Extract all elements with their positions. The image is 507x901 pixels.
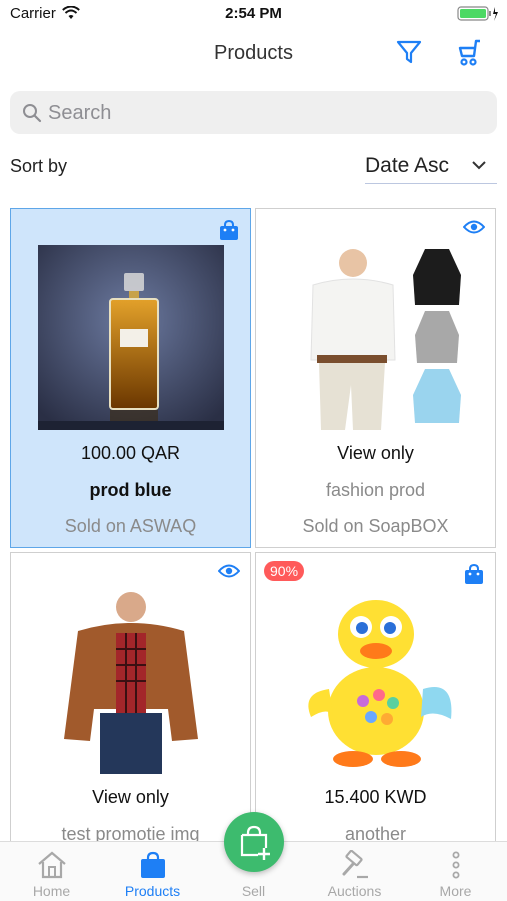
battery-icon	[457, 6, 499, 27]
eye-icon	[217, 563, 241, 584]
product-card[interactable]: View only test promotie img	[10, 552, 251, 841]
cart-button[interactable]	[455, 38, 485, 68]
product-image-jacket	[38, 589, 224, 774]
product-price: View only	[337, 443, 414, 463]
product-price: 15.400 KWD	[324, 787, 427, 807]
product-grid: 100.00 QAR prod blue Sold on ASWAQ View …	[10, 208, 498, 841]
eye-icon	[462, 219, 486, 240]
search-bar[interactable]	[10, 91, 497, 134]
tab-auctions[interactable]: Auctions	[304, 842, 405, 901]
tab-more[interactable]: More	[405, 842, 506, 901]
sell-button[interactable]	[224, 812, 284, 872]
tab-label: Products	[124, 883, 181, 899]
product-source: Sold on ASWAQ	[64, 516, 197, 536]
product-name: another	[344, 824, 407, 841]
sort-dropdown[interactable]: Date Asc	[365, 150, 497, 184]
page-title: Products	[214, 42, 293, 64]
discount-badge: 90%	[264, 561, 305, 581]
search-input[interactable]	[46, 99, 480, 127]
product-name: prod blue	[89, 480, 172, 500]
product-image-outfit	[283, 245, 469, 430]
product-source: Sold on SoapBOX	[302, 516, 449, 536]
add-to-bag-icon	[240, 825, 270, 860]
product-card[interactable]: 100.00 QAR prod blue Sold on ASWAQ	[10, 208, 251, 548]
product-card[interactable]: 90% 15.400 KWD another	[255, 552, 496, 841]
tab-label: Home	[32, 883, 71, 899]
product-price: View only	[92, 787, 169, 807]
product-card[interactable]: View only fashion prod Sold on SoapBOX	[255, 208, 496, 548]
filter-icon	[396, 40, 422, 64]
tab-label: More	[439, 883, 472, 899]
sort-value: Date Asc	[365, 154, 450, 177]
shopping-bag-icon	[218, 219, 240, 246]
product-name: test promotie img	[61, 824, 200, 841]
gavel-icon	[342, 850, 368, 879]
tab-home[interactable]: Home	[1, 842, 102, 901]
product-name: fashion prod	[325, 480, 426, 500]
chevron-down-icon	[471, 158, 487, 176]
shopping-bag-icon	[463, 563, 485, 590]
home-icon	[38, 851, 66, 879]
clock: 2:54 PM	[225, 5, 282, 22]
shopping-bag-icon	[141, 851, 165, 878]
tab-products[interactable]: Products	[102, 842, 203, 901]
product-price: 100.00 QAR	[80, 443, 181, 463]
filter-button[interactable]	[395, 38, 425, 68]
status-bar: Carrier 2:54 PM	[0, 0, 507, 28]
search-icon	[22, 103, 42, 128]
tab-label: Sell	[241, 883, 266, 899]
sort-label: Sort by	[10, 156, 68, 176]
navigation-bar: Products	[0, 28, 507, 80]
product-image-toy-duck	[283, 589, 469, 774]
tab-label: Auctions	[327, 883, 382, 899]
product-image-perfume	[38, 245, 224, 430]
cart-icon	[458, 39, 480, 66]
more-vertical-icon	[452, 851, 460, 879]
